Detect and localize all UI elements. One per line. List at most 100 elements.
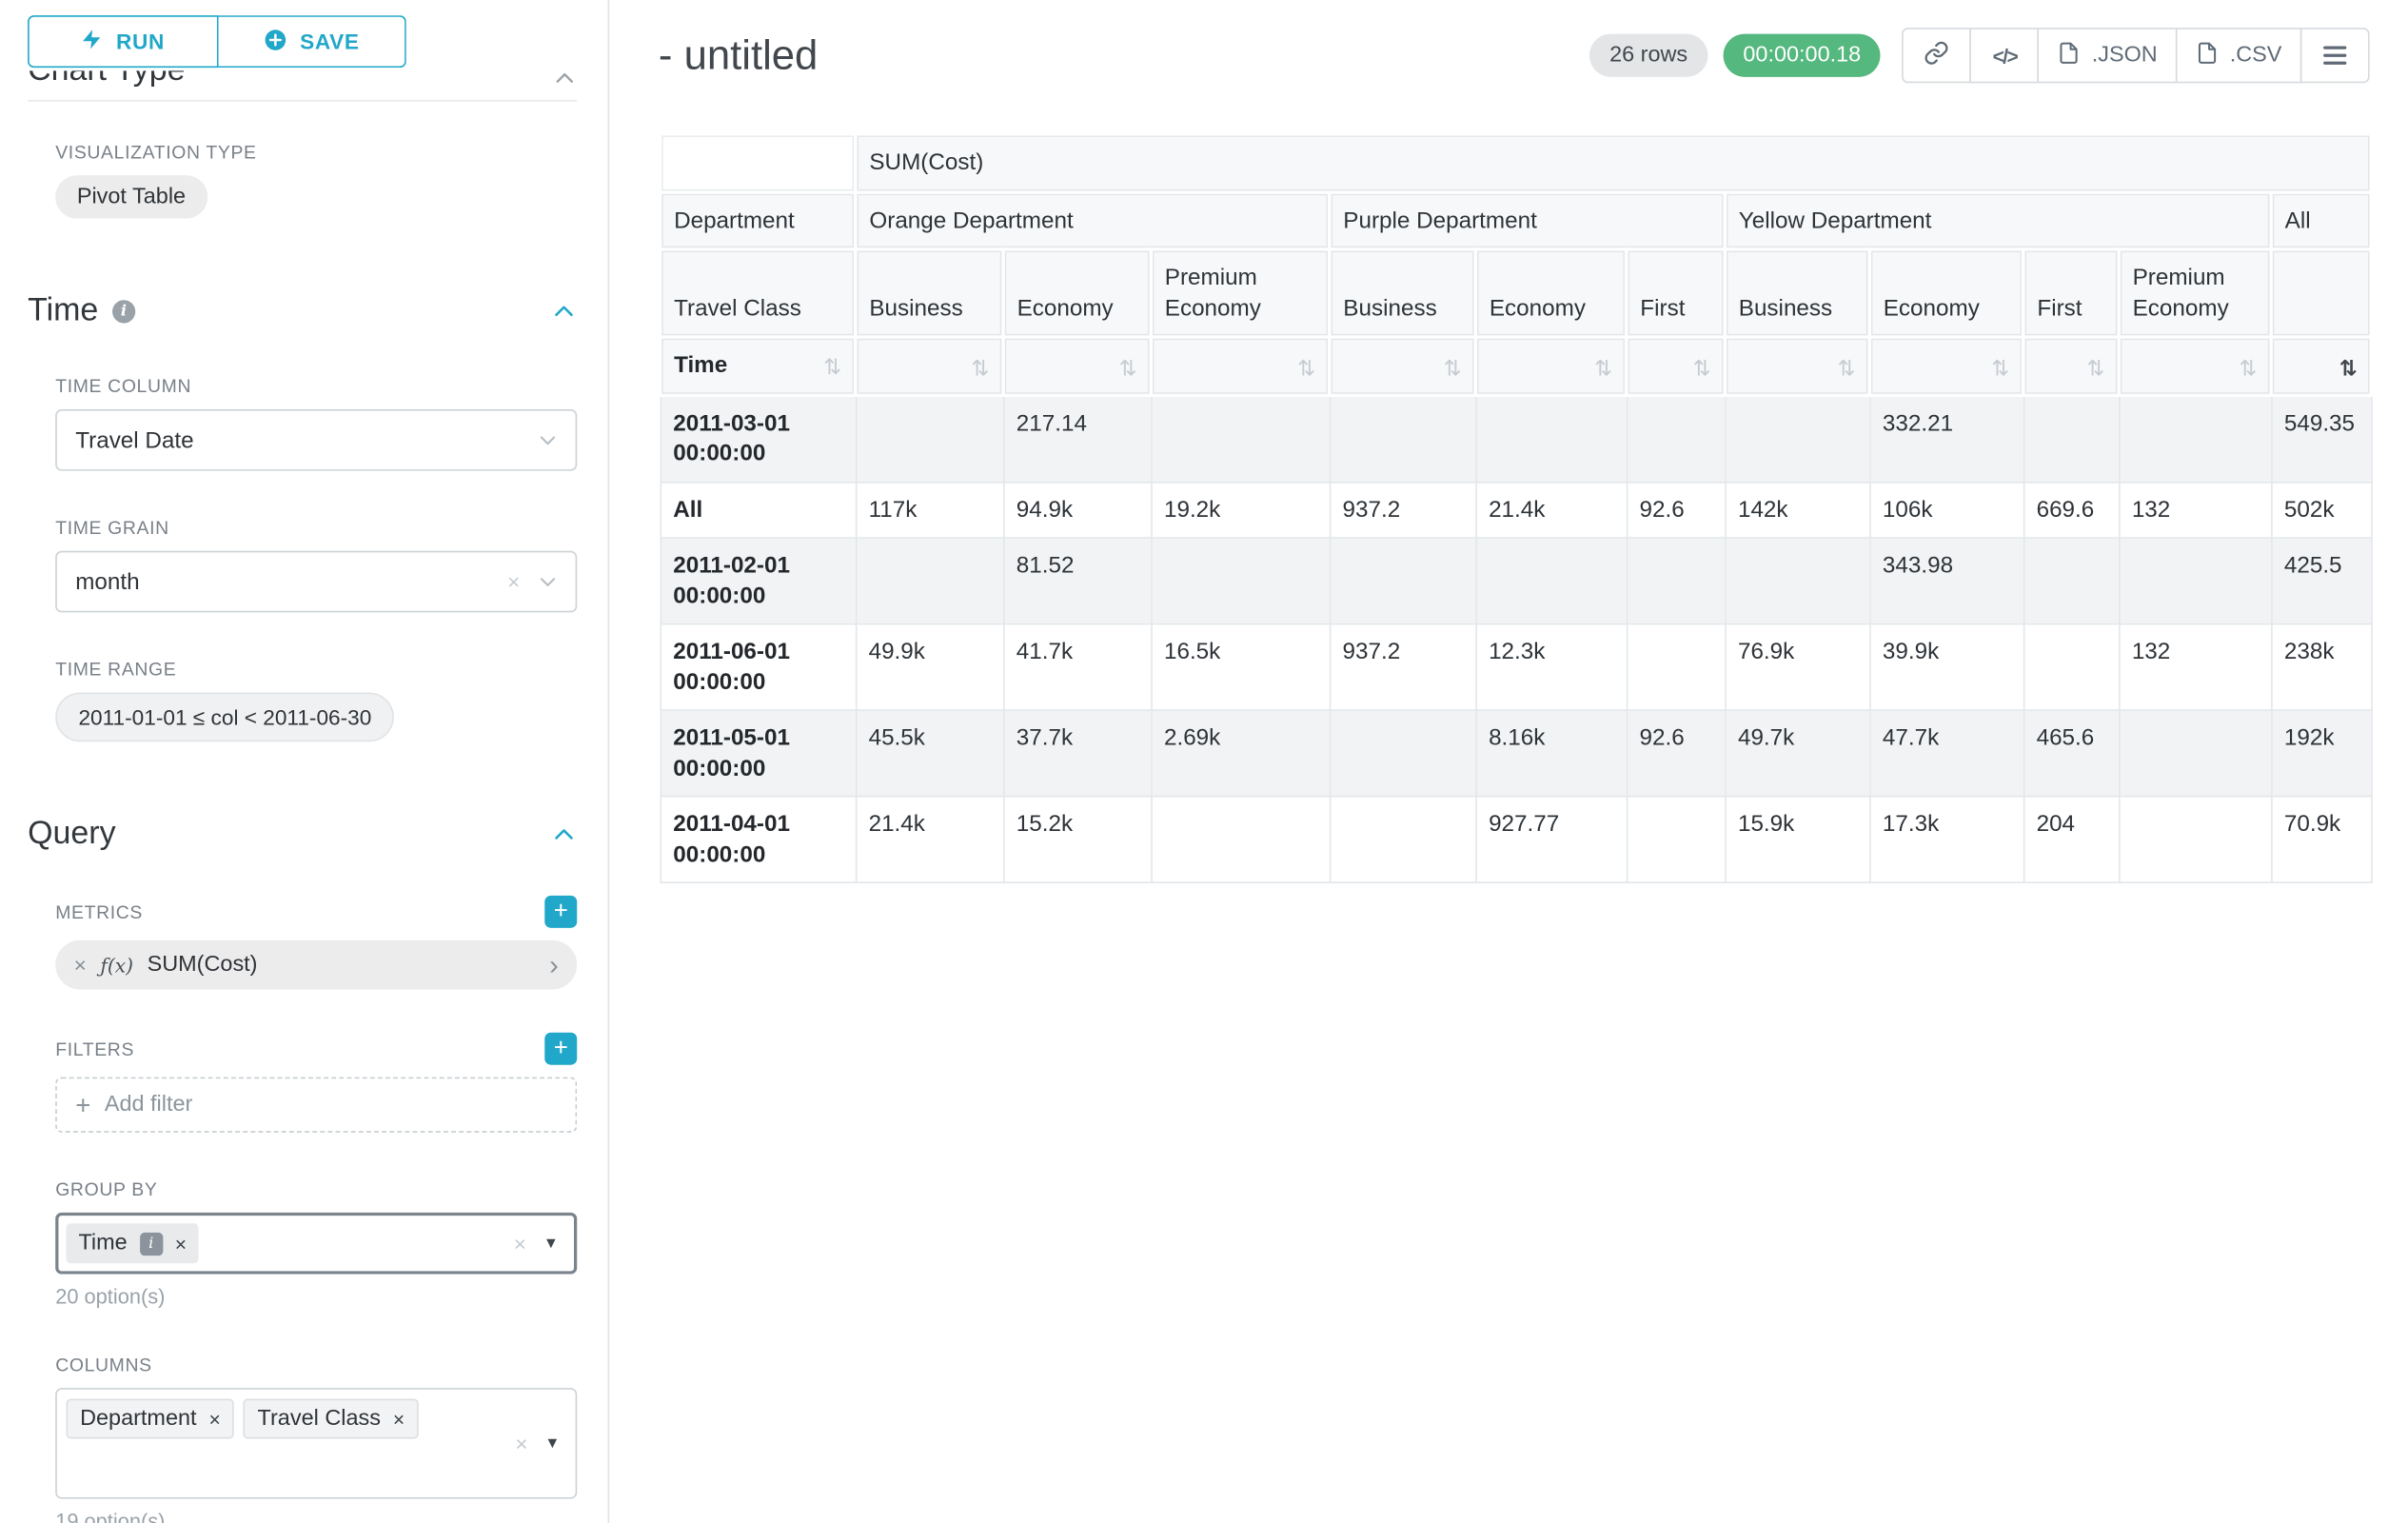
pivot-value-cell: 8.16k [1475, 710, 1626, 797]
chart-title[interactable]: - untitled [659, 31, 818, 79]
sort-icon[interactable]: ⇅ [1838, 355, 1856, 380]
explore-view: RUN SAVE Chart Type VISUALIZATION TYPE P… [0, 0, 2408, 1523]
pivot-value-cell: 39.9k [1869, 624, 2023, 711]
view-query-button[interactable]: </> [1970, 28, 2040, 83]
pivot-value-cell: 937.2 [1330, 624, 1476, 711]
time-grain-select[interactable]: month × [55, 551, 577, 613]
columns-select[interactable]: Department × Travel Class × × ▼ [55, 1388, 577, 1498]
viz-type-pill[interactable]: Pivot Table [55, 175, 207, 218]
sort-icon[interactable]: ⇅ [972, 355, 990, 380]
control-panel: RUN SAVE Chart Type VISUALIZATION TYPE P… [0, 0, 609, 1523]
copy-link-button[interactable] [1903, 28, 1972, 83]
time-section-title: Time [28, 292, 98, 329]
sort-icon[interactable]: ⇅ [1693, 355, 1711, 380]
menu-icon [2323, 46, 2346, 64]
run-button[interactable]: RUN [28, 15, 218, 68]
pivot-col-header: First [1627, 249, 1725, 337]
query-collapse-icon[interactable] [551, 821, 577, 846]
clear-icon[interactable]: × [514, 1231, 526, 1256]
pivot-value-cell [856, 395, 1003, 482]
export-json-button[interactable]: .JSON [2038, 28, 2178, 83]
chevron-down-icon [537, 571, 559, 593]
pivot-value-cell: 12.3k [1475, 624, 1626, 711]
run-bolt-icon [81, 28, 104, 55]
group-by-chip[interactable]: Time i × [67, 1223, 199, 1263]
remove-chip-icon[interactable]: × [208, 1407, 220, 1430]
sort-icon[interactable]: ⇅ [1444, 355, 1462, 380]
column-info-icon[interactable]: i [140, 1232, 163, 1255]
save-button[interactable]: SAVE [218, 15, 406, 68]
add-filter-button[interactable]: + Add filter [55, 1078, 577, 1133]
export-button-group: </> .JSON .CSV [1903, 28, 2370, 83]
pivot-col-header: Business [1725, 249, 1869, 337]
metric-option[interactable]: × ƒ(x) SUM(Cost) › [55, 940, 577, 990]
chart-header: - untitled 26 rows 00:00:00.18 </> .JSON [659, 25, 2408, 87]
pivot-value-cell [1330, 538, 1476, 624]
sort-icon[interactable]: ⇅ [1594, 355, 1612, 380]
pivot-value-cell: 92.6 [1627, 710, 1725, 797]
sort-desc-active-icon[interactable]: ⇅ [2339, 355, 2358, 380]
pivot-value-cell [1475, 395, 1626, 482]
pivot-value-cell: 132 [2119, 624, 2271, 711]
pivot-value-cell [1330, 797, 1476, 883]
pivot-value-cell: 132 [2119, 482, 2271, 538]
code-icon: </> [1993, 44, 2018, 67]
time-collapse-icon[interactable] [551, 298, 577, 324]
sort-icon[interactable]: ⇅ [823, 352, 841, 380]
pivot-value-cell: 204 [2023, 797, 2119, 883]
columns-chip[interactable]: Travel Class × [244, 1398, 419, 1438]
more-options-button[interactable] [2300, 28, 2370, 83]
save-plus-circle-icon [263, 27, 287, 56]
pivot-metric-header: SUM(Cost) [856, 134, 2371, 192]
query-section-header: Query [28, 816, 577, 853]
row-count-badge: 26 rows [1589, 34, 1707, 77]
pivot-value-cell [2119, 538, 2271, 624]
columns-chip[interactable]: Department × [67, 1398, 235, 1438]
pivot-col-header: First [2023, 249, 2119, 337]
sort-icon[interactable]: ⇅ [1119, 355, 1137, 380]
group-by-select[interactable]: Time i × × ▼ [55, 1213, 577, 1275]
filters-label: FILTERS [55, 1038, 134, 1059]
pivot-table: SUM(Cost)DepartmentOrange DepartmentPurp… [659, 132, 2373, 883]
select-adornments: × ▼ [514, 1231, 559, 1256]
time-info-icon[interactable]: i [112, 299, 135, 322]
sort-icon[interactable]: ⇅ [2087, 355, 2105, 380]
pivot-value-cell [1725, 538, 1869, 624]
sort-icon[interactable]: ⇅ [1297, 355, 1315, 380]
remove-chip-icon[interactable]: × [175, 1232, 187, 1255]
pivot-row: 2011-03-01 00:00:00217.14332.21549.35 [661, 395, 2372, 482]
pivot-row: 2011-04-01 00:00:0021.4k15.2k927.7715.9k… [661, 797, 2372, 883]
pivot-col-header: Premium Economy [2119, 249, 2271, 337]
clear-icon[interactable]: × [507, 569, 520, 594]
pivot-value-cell [1627, 624, 1725, 711]
remove-chip-icon[interactable]: × [393, 1407, 405, 1430]
pivot-value-cell: 332.21 [1869, 395, 2023, 482]
export-csv-button[interactable]: .CSV [2176, 28, 2301, 83]
pivot-value-cell: 94.9k [1003, 482, 1151, 538]
add-filter-plus-button[interactable]: + [544, 1033, 577, 1065]
pivot-sort-cell: ⇅ [2271, 337, 2371, 395]
time-range-pill[interactable]: 2011-01-01 ≤ col < 2011-06-30 [55, 692, 394, 742]
add-filter-label: Add filter [105, 1093, 193, 1118]
pivot-row-dimension-label: Time [674, 351, 727, 382]
sort-icon[interactable]: ⇅ [1991, 355, 2009, 380]
pivot-value-cell: 81.52 [1003, 538, 1151, 624]
clear-icon[interactable]: × [515, 1431, 527, 1455]
pivot-value-cell: 49.9k [856, 624, 1003, 711]
chevron-right-icon: › [549, 951, 559, 979]
pivot-row-label: 2011-06-01 00:00:00 [661, 624, 856, 711]
columns-chip-label: Travel Class [258, 1407, 381, 1432]
function-icon: ƒ(x) [100, 953, 133, 976]
query-timer-badge: 00:00:00.18 [1723, 34, 1881, 77]
sort-icon[interactable]: ⇅ [2240, 355, 2258, 380]
time-column-select[interactable]: Travel Date [55, 409, 577, 471]
pivot-value-cell: 669.6 [2023, 482, 2119, 538]
remove-metric-icon[interactable]: × [74, 953, 87, 978]
query-section-body: METRICS + × ƒ(x) SUM(Cost) › FILTERS + +… [28, 896, 577, 1523]
pivot-col-header: Business [1330, 249, 1476, 337]
add-metric-button[interactable]: + [544, 896, 577, 928]
pivot-value-cell: 465.6 [2023, 710, 2119, 797]
pivot-value-cell: 549.35 [2271, 395, 2371, 482]
pivot-value-cell [1627, 395, 1725, 482]
control-panel-toolbar: RUN SAVE [28, 0, 577, 70]
